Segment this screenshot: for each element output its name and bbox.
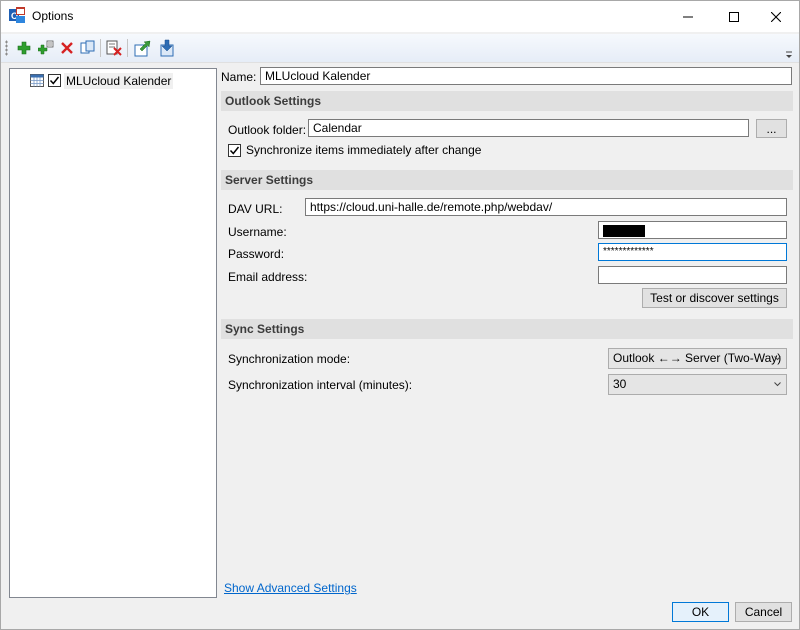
sync-immediately-label: Synchronize items immediately after chan…: [246, 143, 482, 157]
sync-mode-label: Synchronization mode:: [228, 352, 351, 366]
window-title: Options: [32, 9, 74, 23]
show-advanced-settings-link[interactable]: Show Advanced Settings: [224, 581, 357, 595]
dav-url-field[interactable]: https://cloud.uni-halle.de/remote.php/we…: [305, 198, 787, 216]
toolbar: [1, 34, 799, 63]
toolbar-overflow-icon[interactable]: [785, 51, 793, 59]
clear-cache-icon: [106, 40, 122, 56]
check-icon: [49, 76, 60, 85]
delete-icon: [61, 42, 73, 54]
outlook-settings-title: Outlook Settings: [225, 94, 321, 108]
sync-settings-header: Sync Settings: [221, 319, 793, 339]
add-profile-button[interactable]: [15, 39, 33, 57]
profile-tree[interactable]: MLUcloud Kalender: [9, 68, 217, 598]
copy-icon: [80, 40, 95, 54]
password-label: Password:: [228, 247, 285, 261]
title-bar: O Options: [1, 1, 799, 32]
options-window: O Options MLUcloud Kalender Name: MLUclo…: [0, 0, 800, 630]
delete-profile-button[interactable]: [58, 39, 76, 57]
chevron-down-icon: [774, 382, 781, 387]
sync-settings-title: Sync Settings: [225, 322, 305, 336]
profile-enabled-checkbox[interactable]: [48, 74, 61, 87]
import-icon: [160, 39, 174, 57]
test-settings-button[interactable]: Test or discover settings: [642, 288, 787, 308]
name-field[interactable]: MLUcloud Kalender: [260, 67, 792, 85]
minimize-icon: [683, 16, 693, 17]
toolbar-separator: [100, 39, 101, 57]
copy-profile-button[interactable]: [79, 39, 97, 57]
tree-item-label: MLUcloud Kalender: [64, 72, 174, 89]
add-icon: [17, 41, 31, 55]
outlook-folder-label: Outlook folder:: [228, 123, 307, 137]
server-settings-header: Server Settings: [221, 170, 793, 190]
sync-immediately-row[interactable]: Synchronize items immediately after chan…: [228, 143, 481, 157]
check-icon: [229, 146, 240, 155]
dav-url-label: DAV URL:: [228, 202, 283, 216]
username-label: Username:: [228, 225, 287, 239]
maximize-icon: [729, 11, 739, 22]
close-button[interactable]: [753, 1, 799, 32]
add-multiple-icon: [38, 40, 54, 55]
ok-button[interactable]: OK: [672, 602, 729, 622]
export-button[interactable]: [134, 39, 152, 57]
username-field[interactable]: [598, 221, 787, 239]
minimize-button[interactable]: [665, 1, 711, 32]
sync-immediately-checkbox[interactable]: [228, 143, 241, 157]
browse-folder-button[interactable]: ...: [756, 119, 787, 138]
outlook-folder-field[interactable]: Calendar: [308, 119, 749, 137]
outlook-settings-header: Outlook Settings: [221, 91, 793, 111]
import-button[interactable]: [158, 39, 176, 57]
name-label: Name:: [221, 70, 257, 84]
password-field[interactable]: *************: [598, 243, 787, 261]
sync-mode-value: Outlook ←→ Server (Two-Way): [613, 351, 782, 365]
add-multiple-profiles-button[interactable]: [37, 39, 55, 57]
maximize-button[interactable]: [711, 1, 757, 32]
tree-item-profile[interactable]: MLUcloud Kalender: [30, 72, 174, 89]
sync-interval-value: 30: [613, 377, 627, 391]
outlook-caldav-icon: O: [9, 7, 25, 23]
export-icon: [134, 40, 151, 57]
sync-mode-select[interactable]: Outlook ←→ Server (Two-Way): [608, 348, 787, 369]
sync-interval-select[interactable]: 30: [608, 374, 787, 395]
calendar-icon: [30, 74, 44, 87]
close-icon: [771, 11, 781, 22]
email-field[interactable]: [598, 266, 787, 284]
email-label: Email address:: [228, 270, 308, 284]
chevron-down-icon: [774, 356, 781, 361]
toolbar-grip[interactable]: [5, 40, 8, 56]
clear-cache-button[interactable]: [105, 39, 123, 57]
sync-interval-label: Synchronization interval (minutes):: [228, 378, 413, 392]
toolbar-separator: [127, 39, 128, 57]
redacted-username: [603, 224, 645, 237]
server-settings-title: Server Settings: [225, 173, 314, 187]
cancel-button[interactable]: Cancel: [735, 602, 792, 622]
